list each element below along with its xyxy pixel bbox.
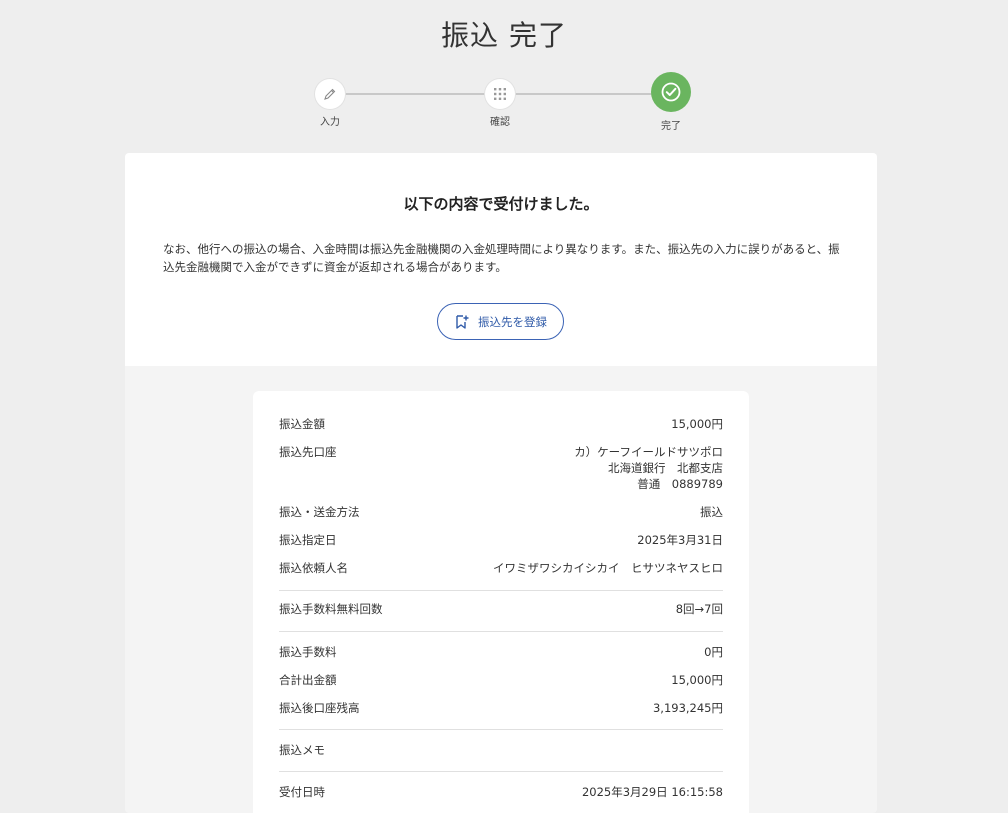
detail-label: 振込依頼人名 <box>279 561 348 575</box>
divider <box>279 590 723 591</box>
detail-label: 振込メモ <box>279 743 325 757</box>
detail-row-method: 振込・送金方法 振込 <box>279 504 723 520</box>
detail-value: 15,000円 <box>671 673 723 687</box>
detail-row-memo: 振込メモ <box>279 742 723 758</box>
step-label: 完了 <box>661 121 681 132</box>
payee-bank: 北海道銀行 北都支店 <box>608 461 723 475</box>
detail-label: 振込・送金方法 <box>279 505 360 519</box>
pencil-icon <box>315 79 345 109</box>
divider <box>279 729 723 730</box>
register-payee-label: 振込先を登録 <box>478 314 547 329</box>
detail-row-account: 振込先口座 カ）ケーフイールドサツポロ 北海道銀行 北都支店 普通 088978… <box>279 444 723 492</box>
step-label: 確認 <box>490 117 510 128</box>
detail-row-free-count: 振込手数料無料回数 8回→7回 <box>279 601 723 617</box>
register-payee-button[interactable]: 振込先を登録 <box>437 303 564 340</box>
step-label: 入力 <box>320 117 340 128</box>
detail-row-balance: 振込後口座残高 3,193,245円 <box>279 700 723 716</box>
check-circle-icon <box>651 72 691 112</box>
divider <box>279 631 723 632</box>
detail-row-requester: 振込依頼人名 イワミザワシカイシカイ ヒサツネヤスヒロ <box>279 560 723 576</box>
payee-name: カ）ケーフイールドサツポロ <box>574 445 723 459</box>
detail-value: カ）ケーフイールドサツポロ 北海道銀行 北都支店 普通 0889789 <box>574 444 723 492</box>
detail-label: 振込先口座 <box>279 445 337 459</box>
detail-value: 15,000円 <box>671 417 723 431</box>
detail-value: 2025年3月31日 <box>637 533 723 547</box>
detail-row-fee: 振込手数料 0円 <box>279 644 723 660</box>
detail-label: 振込後口座残高 <box>279 701 360 715</box>
step-complete: 完了 <box>631 70 711 132</box>
detail-value: 0円 <box>704 645 723 659</box>
detail-label: 振込金額 <box>279 417 325 431</box>
progress-stepper: 入力 確認 完了 <box>0 70 1008 140</box>
step-input: 入力 <box>290 70 370 128</box>
detail-value: 8回→7回 <box>675 602 723 616</box>
bookmark-add-icon <box>456 314 469 329</box>
result-card: 以下の内容で受付けました。 なお、他行への振込の場合、入金時間は振込先金融機関の… <box>125 153 877 813</box>
detail-row-total: 合計出金額 15,000円 <box>279 672 723 688</box>
detail-label: 振込手数料 <box>279 645 337 659</box>
result-note: なお、他行への振込の場合、入金時間は振込先金融機関の入金処理時間により異なります… <box>163 242 840 274</box>
grid-icon <box>485 79 515 109</box>
detail-label: 振込手数料無料回数 <box>279 602 383 616</box>
detail-value: 振込 <box>700 505 723 519</box>
detail-value: イワミザワシカイシカイ ヒサツネヤスヒロ <box>493 561 723 575</box>
step-confirm: 確認 <box>460 70 540 128</box>
detail-row-received: 受付日時 2025年3月29日 16:15:58 <box>279 784 723 800</box>
result-heading: 以下の内容で受付けました。 <box>403 195 599 213</box>
detail-label: 受付日時 <box>279 785 325 799</box>
detail-value: 2025年3月29日 16:15:58 <box>581 785 723 799</box>
detail-label: 振込指定日 <box>279 533 337 547</box>
detail-row-date: 振込指定日 2025年3月31日 <box>279 532 723 548</box>
detail-label: 合計出金額 <box>279 673 337 687</box>
divider <box>279 771 723 772</box>
transfer-details: 振込金額 15,000円 振込先口座 カ）ケーフイールドサツポロ 北海道銀行 北… <box>253 391 749 813</box>
payee-account-number: 普通 0889789 <box>637 477 723 491</box>
detail-row-amount: 振込金額 15,000円 <box>279 416 723 432</box>
page-title: 振込 完了 <box>441 19 567 52</box>
result-message-panel: 以下の内容で受付けました。 なお、他行への振込の場合、入金時間は振込先金融機関の… <box>125 153 877 366</box>
detail-value: 3,193,245円 <box>652 701 723 715</box>
